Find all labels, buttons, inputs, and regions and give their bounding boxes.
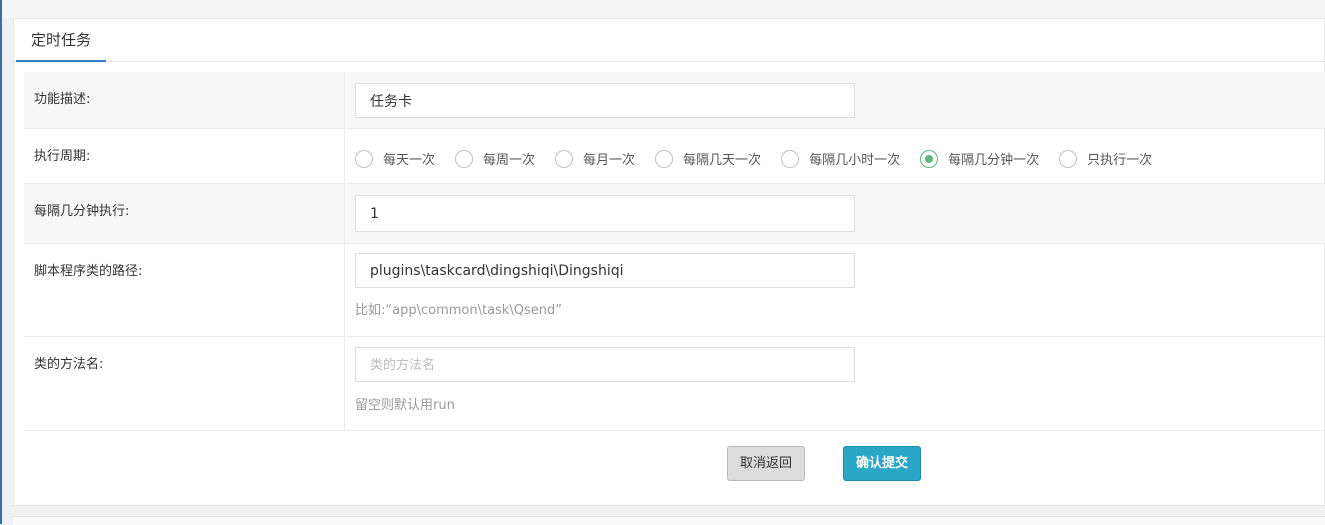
- row-divider: [344, 337, 345, 430]
- radio-checked-icon[interactable]: [920, 149, 939, 168]
- radio-unchecked-icon[interactable]: [455, 149, 474, 168]
- left-edge: [0, 0, 2, 524]
- cycle-option[interactable]: 每周一次: [455, 149, 535, 168]
- row-divider: [344, 72, 345, 128]
- tab-scheduled-task[interactable]: 定时任务: [16, 19, 107, 62]
- submit-button[interactable]: 确认提交: [843, 446, 921, 481]
- interval-label: 每隔几分钟执行:: [34, 204, 130, 219]
- method-label: 类的方法名:: [34, 357, 104, 372]
- cycle-option[interactable]: 每天一次: [355, 149, 435, 168]
- description-input[interactable]: [355, 83, 855, 118]
- method-input[interactable]: [355, 347, 855, 382]
- row-class-path: 脚本程序类的路径: 比如:“app\common\task\Qsend”: [24, 244, 1325, 337]
- form-panel: 定时任务 功能描述: 执行周期: 每天一次 每周一次 每月一次 每隔几天一次 每隔几小时…: [13, 18, 1325, 506]
- row-divider: [344, 184, 345, 243]
- row-cycle: 执行周期: 每天一次 每周一次 每月一次 每隔几天一次 每隔几小时一次 每隔几分钟一次 只执…: [24, 129, 1325, 184]
- cycle-radio-group: 每天一次 每周一次 每月一次 每隔几天一次 每隔几小时一次 每隔几分钟一次 只执行一次: [355, 149, 1172, 169]
- row-divider: [344, 244, 345, 336]
- cycle-option[interactable]: 每月一次: [555, 149, 635, 168]
- cycle-option-label: 每隔几天一次: [683, 153, 762, 168]
- class-path-hint: 比如:“app\common\task\Qsend”: [355, 303, 562, 318]
- cycle-option-label: 每隔几分钟一次: [948, 153, 1040, 168]
- radio-unchecked-icon[interactable]: [555, 149, 574, 168]
- radio-unchecked-icon[interactable]: [655, 149, 674, 168]
- cancel-button[interactable]: 取消返回: [727, 446, 805, 481]
- radio-unchecked-icon[interactable]: [781, 149, 800, 168]
- class-path-input[interactable]: [355, 253, 855, 288]
- cycle-option[interactable]: 每隔几分钟一次: [920, 149, 1039, 168]
- method-hint: 留空则默认用run: [355, 398, 455, 413]
- row-divider: [344, 129, 345, 183]
- tab-bar: 定时任务: [14, 19, 1324, 62]
- cycle-option-label: 每月一次: [583, 153, 636, 168]
- cycle-option-label: 每天一次: [383, 153, 436, 168]
- top-strip: [0, 0, 1325, 18]
- cycle-option[interactable]: 每隔几小时一次: [781, 149, 900, 168]
- row-method: 类的方法名: 留空则默认用run: [24, 337, 1325, 431]
- interval-input[interactable]: [355, 195, 855, 232]
- radio-unchecked-icon[interactable]: [355, 149, 373, 168]
- radio-unchecked-icon[interactable]: [1059, 149, 1078, 168]
- cycle-option-label: 每周一次: [483, 153, 536, 168]
- cycle-option-label: 只执行一次: [1087, 153, 1153, 168]
- cycle-label: 执行周期:: [34, 149, 91, 164]
- description-label: 功能描述:: [34, 92, 91, 107]
- cycle-option[interactable]: 每隔几天一次: [655, 149, 761, 168]
- cycle-option[interactable]: 只执行一次: [1059, 149, 1152, 168]
- row-description: 功能描述:: [24, 72, 1325, 129]
- row-interval: 每隔几分钟执行:: [24, 184, 1325, 244]
- class-path-label: 脚本程序类的路径:: [34, 264, 143, 279]
- cycle-option-label: 每隔几小时一次: [809, 153, 901, 168]
